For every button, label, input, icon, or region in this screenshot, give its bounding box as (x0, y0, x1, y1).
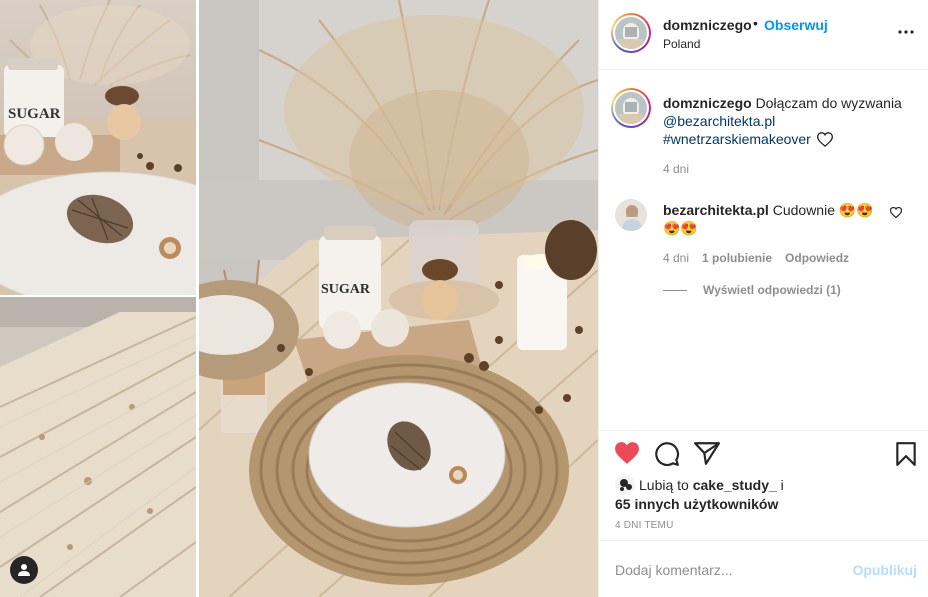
photo-tile-bottom-left (0, 297, 196, 597)
replies-divider-line (663, 289, 687, 291)
caption-hashtag-link[interactable]: #wnetrzarskiemakeover (663, 131, 811, 147)
author-avatar[interactable] (611, 13, 651, 53)
sugar-jar-label-main: SUGAR (321, 282, 371, 297)
separator-dot: • (753, 15, 758, 31)
view-replies-label: Wyświetl odpowiedzi (1) (703, 283, 841, 297)
post-side-panel: domzniczego • Obserwuj Poland domzniczeg… (598, 0, 928, 597)
user-tag-button[interactable] (10, 556, 38, 584)
comment-reply-button[interactable]: Odpowiedz (785, 251, 849, 265)
likes-prefix: Lubią to (639, 477, 689, 493)
caption-mention-link[interactable]: @bezarchitekta.pl (663, 113, 775, 129)
likes-conjunction: i (780, 477, 784, 493)
publish-button[interactable]: Opublikuj (852, 562, 917, 578)
post-location[interactable]: Poland (663, 37, 700, 51)
comment-meta: 4 dni 1 polubienie Odpowiedz (663, 251, 849, 265)
comment-text: bezarchitekta.pl Cudownie 😍😍😍😍 (663, 201, 888, 237)
add-comment-bar: Opublikuj (599, 540, 928, 597)
comment-time: 4 dni (663, 251, 690, 265)
post-header: domzniczego • Obserwuj Poland (599, 0, 928, 70)
sugar-jar-label: SUGAR (8, 106, 61, 122)
liker-avatar[interactable] (615, 475, 635, 495)
heart-filled-icon[interactable] (614, 441, 640, 465)
caption-like-heart-icon[interactable] (816, 132, 833, 147)
post-date[interactable]: 4 DNI TEMU (615, 520, 674, 531)
user-tag-icon (18, 564, 30, 576)
bookmark-icon[interactable] (895, 441, 917, 467)
likes-others-link[interactable]: 65 innych użytkowników (615, 496, 778, 512)
likes-summary: Lubią to cake_study_ i 65 innych użytkow… (615, 475, 784, 513)
follow-button[interactable]: Obserwuj (764, 17, 828, 33)
liker-username[interactable]: cake_study_ (693, 477, 777, 493)
comment-icon[interactable] (654, 441, 680, 467)
author-username[interactable]: domzniczego (663, 17, 752, 33)
photo-tile-main: SUGAR (199, 0, 598, 597)
caption-author-avatar[interactable] (611, 88, 651, 128)
post-media[interactable]: SUGAR SUGAR (0, 0, 598, 597)
caption-username[interactable]: domzniczego (663, 95, 752, 111)
photo-tile-top-left: SUGAR (0, 0, 196, 295)
caption-time: 4 dni (663, 162, 690, 176)
post-actions: Lubią to cake_study_ i 65 innych użytkow… (599, 430, 928, 540)
commenter-avatar[interactable] (615, 199, 647, 231)
comment-input[interactable] (615, 560, 845, 580)
caption-text: domzniczego Dołączam do wyzwania @bezarc… (663, 94, 903, 148)
comments-section: domzniczego Dołączam do wyzwania @bezarc… (599, 70, 928, 430)
comment-like-heart-icon[interactable] (890, 207, 902, 218)
commenter-username[interactable]: bezarchitekta.pl (663, 202, 769, 218)
view-replies-button[interactable]: Wyświetl odpowiedzi (1) (663, 283, 841, 297)
more-horizontal-icon (898, 30, 914, 34)
share-icon[interactable] (694, 441, 720, 465)
caption-body: Dołączam do wyzwania (755, 95, 902, 111)
comment-likes-count[interactable]: 1 polubienie (702, 251, 772, 265)
more-options-button[interactable] (896, 22, 916, 42)
